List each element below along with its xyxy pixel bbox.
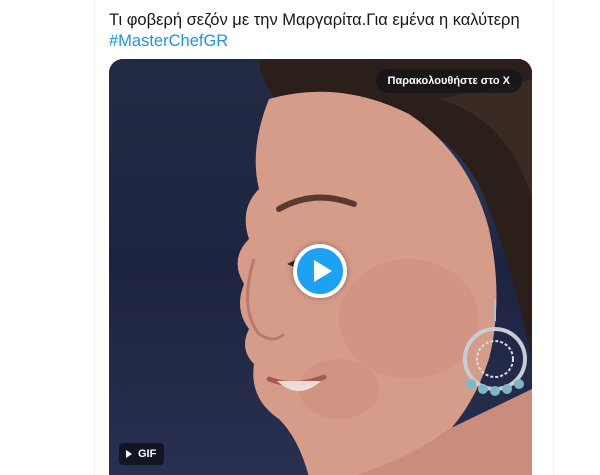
tweet-card: Τι φοβερή σεζόν με την Μαργαρίτα.Για εμέ… [0,0,600,475]
watch-on-x-button[interactable]: Παρακολουθήστε στο X [375,69,522,93]
gif-media[interactable]: Παρακολουθήστε στο X GIF [109,59,532,475]
play-icon [314,260,332,282]
tweet-text-line: Τι φοβερή σεζόν με την Μαργαρίτα.Για εμέ… [109,11,520,29]
play-button[interactable] [293,244,347,298]
hashtag-link[interactable]: #MasterChefGR [109,31,549,52]
gif-play-icon [126,450,132,458]
gif-badge-label: GIF [138,448,157,460]
tweet-text: Τι φοβερή σεζόν με την Μαργαρίτα.Για εμέ… [109,10,549,52]
gif-badge: GIF [119,443,165,465]
